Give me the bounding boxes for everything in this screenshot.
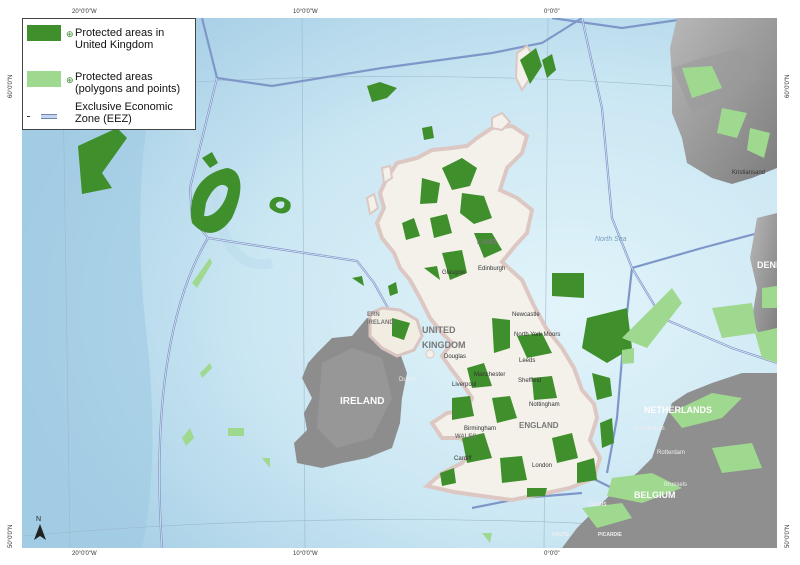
bottom-tick-20w: 20°0'0"W bbox=[72, 551, 97, 557]
label-belgium: BELGIUM bbox=[634, 490, 676, 500]
label-calais: CALAIS bbox=[588, 502, 607, 508]
city-brussels: Brussels bbox=[664, 482, 687, 488]
label-picardie: PICARDIE bbox=[598, 532, 623, 538]
legend-label-eez: Exclusive Economic Zone (EEZ) bbox=[75, 101, 173, 125]
legend-label-other: Protected areas (polygons and points) bbox=[75, 71, 181, 95]
label-ireland: IRELAND bbox=[340, 396, 384, 407]
top-tick-10w: 10°0'0"W bbox=[293, 9, 318, 15]
left-tick-50n: 50°0'0"N bbox=[8, 524, 14, 548]
map-frame: 20°0'0"W 10°0'0"W 0°0'0" 20°0'0"W 10°0'0… bbox=[0, 0, 800, 565]
label-ireland-partial: IRELAND bbox=[367, 320, 394, 326]
label-kingdom: KINGDOM bbox=[422, 340, 466, 350]
map-legend: ⊕ Protected areas in United Kingdom ⊕ Pr… bbox=[22, 18, 196, 130]
label-netherlands: NETHERLANDS bbox=[644, 405, 712, 415]
label-united: UNITED bbox=[422, 325, 456, 335]
right-tick-60n: 60°0'0"N bbox=[785, 74, 791, 98]
right-tick-50n: 50°0'0"N bbox=[785, 524, 791, 548]
city-sheffield: Sheffield bbox=[518, 378, 541, 384]
city-london: London bbox=[532, 463, 552, 469]
left-tick-60n: 60°0'0"N bbox=[8, 74, 14, 98]
city-edinburgh: Edinburgh bbox=[478, 266, 505, 272]
crosshair-icon: ⊕ bbox=[66, 29, 74, 39]
city-nottingham: Nottingham bbox=[529, 402, 560, 408]
city-glasgow: Glasgow bbox=[442, 270, 466, 276]
bottom-tick-0: 0°0'0" bbox=[544, 551, 560, 557]
label-england: ENGLAND bbox=[519, 421, 559, 430]
label-north-sea: North Sea bbox=[595, 236, 627, 243]
label-northern-partial: ERN bbox=[367, 312, 380, 318]
city-kristiansand: Kristiansand bbox=[732, 170, 765, 176]
city-manchester: Manchester bbox=[474, 372, 505, 378]
north-arrow-label: N bbox=[36, 516, 41, 523]
city-amsterdam: Amsterdam bbox=[634, 426, 665, 432]
label-land-partial: LAND bbox=[477, 239, 496, 246]
legend-label-uk: Protected areas in United Kingdom bbox=[75, 27, 165, 51]
city-douglas: Douglas bbox=[444, 354, 466, 360]
city-dublin: Dublin bbox=[399, 377, 416, 383]
city-rotterdam: Rotterdam bbox=[657, 450, 685, 456]
bottom-tick-10w: 10°0'0"W bbox=[293, 551, 318, 557]
top-tick-0: 0°0'0" bbox=[544, 9, 560, 15]
legend-swatch-eez bbox=[41, 114, 57, 119]
crosshair-icon: ⊕ bbox=[66, 75, 74, 85]
city-cardiff: Cardiff bbox=[454, 456, 472, 462]
top-tick-20w: 20°0'0"W bbox=[72, 9, 97, 15]
city-leeds: Leeds bbox=[519, 358, 535, 364]
city-liverpool: Liverpool bbox=[452, 382, 476, 388]
label-haute: HAUTE bbox=[552, 532, 570, 538]
city-birmingham: Birmingham bbox=[464, 426, 496, 432]
legend-swatch-other bbox=[27, 71, 61, 87]
legend-swatch-uk bbox=[27, 25, 61, 41]
label-denma: DENMA bbox=[757, 260, 777, 270]
label-north-york-moors: North York Moors bbox=[514, 332, 560, 338]
city-newcastle: Newcastle bbox=[512, 312, 540, 318]
label-wales: WALES bbox=[455, 434, 476, 440]
